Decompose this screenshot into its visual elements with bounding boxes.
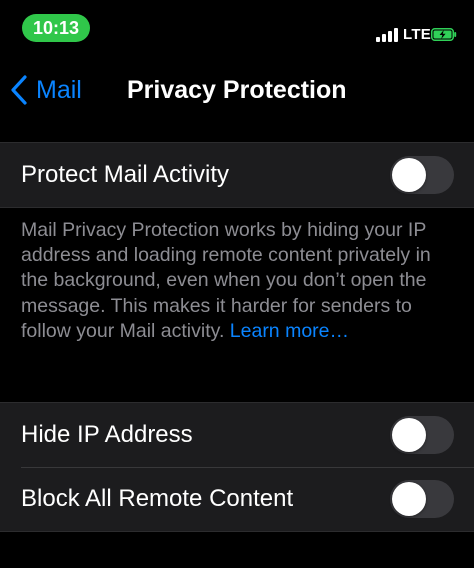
privacy-description: Mail Privacy Protection works by hiding … — [21, 218, 461, 344]
toggle-knob — [392, 418, 426, 452]
network-type-label: LTE — [403, 26, 432, 43]
status-time[interactable]: 10:13 — [22, 14, 90, 42]
battery-charging-icon — [431, 28, 457, 41]
block-all-remote-content-toggle[interactable] — [390, 480, 454, 518]
back-button-label: Mail — [36, 76, 82, 104]
privacy-options-group: Hide IP Address Block All Remote Content — [0, 402, 474, 532]
hide-ip-address-toggle[interactable] — [390, 416, 454, 454]
page-title: Privacy Protection — [127, 76, 347, 104]
back-button[interactable]: Mail — [10, 72, 82, 108]
protect-mail-activity-group: Protect Mail Activity — [0, 142, 474, 208]
protect-mail-activity-toggle[interactable] — [390, 156, 454, 194]
toggle-knob — [392, 158, 426, 192]
block-all-remote-content-label: Block All Remote Content — [21, 485, 294, 512]
cellular-signal-icon — [376, 28, 400, 42]
chevron-left-icon — [11, 75, 27, 105]
protect-mail-activity-label: Protect Mail Activity — [21, 161, 230, 188]
toggle-knob — [392, 482, 426, 516]
block-all-remote-content-row: Block All Remote Content — [0, 467, 474, 531]
protect-mail-activity-row: Protect Mail Activity — [0, 143, 474, 207]
status-bar: 10:13 LTE — [0, 0, 474, 56]
privacy-description-text: Mail Privacy Protection works by hiding … — [21, 219, 431, 342]
hide-ip-address-row: Hide IP Address — [0, 403, 474, 467]
learn-more-link[interactable]: Learn more… — [230, 320, 349, 342]
hide-ip-address-label: Hide IP Address — [21, 421, 193, 448]
